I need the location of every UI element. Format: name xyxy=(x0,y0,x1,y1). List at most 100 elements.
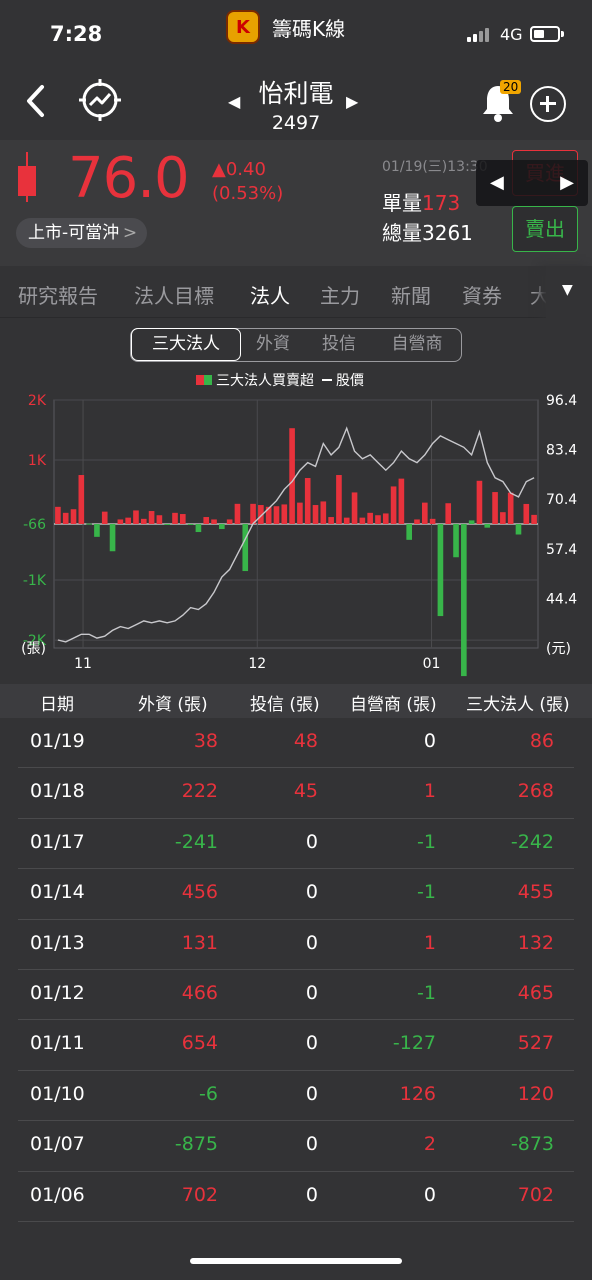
tab-news[interactable]: 新聞 xyxy=(391,280,431,309)
cell-trust: 0 xyxy=(305,1183,318,1206)
tab-target[interactable]: 法人目標 xyxy=(134,280,214,309)
flow-bar xyxy=(336,475,342,524)
table-row[interactable]: 01/17 -241 0 -1 -242 xyxy=(18,819,574,870)
flow-bar xyxy=(312,505,319,524)
tab-more-button[interactable]: ▼ xyxy=(546,266,592,318)
flow-bar xyxy=(320,501,327,524)
tab-bar: 研究報告 法人目標 法人 主力 新聞 資券 大 ▼ xyxy=(0,266,592,318)
table-row[interactable]: 01/10 -6 0 126 120 xyxy=(18,1071,574,1122)
institutional-chart[interactable]: 2K1K-66-1K-2K(張)96.483.470.457.444.4(元)1… xyxy=(0,388,592,684)
tab-research[interactable]: 研究報告 xyxy=(18,280,98,309)
flow-bar xyxy=(445,503,452,524)
flow-bar xyxy=(484,524,491,528)
chart-section: 三大法人 外資 投信 自營商 三大法人買賣超 股價 2K 1K -66 -1K -2K(… xyxy=(0,318,592,684)
segment-all-institutions[interactable]: 三大法人 xyxy=(131,328,241,361)
header-dealer: 自營商 (張) xyxy=(350,695,437,715)
left-tick-label: 1K xyxy=(28,453,47,469)
flow-bar xyxy=(164,524,171,525)
flow-bar xyxy=(429,518,436,524)
stock-header: ◀ 怡利電 2497 ▶ 20 xyxy=(0,64,592,140)
table-row[interactable]: 01/13 131 0 1 132 xyxy=(18,920,574,970)
tab-institutional[interactable]: 法人 xyxy=(250,280,290,309)
volume-info: 單量173 總量3261 xyxy=(382,188,473,248)
flow-bar xyxy=(367,512,373,524)
flow-bar xyxy=(55,506,61,524)
cell-foreign: -6 xyxy=(199,1082,218,1105)
left-tick-label: -1K xyxy=(23,573,47,589)
cell-trust: 0 xyxy=(305,1133,318,1156)
flow-bar xyxy=(156,515,163,524)
table-row[interactable]: 01/14 456 0 -1 455 xyxy=(18,869,574,920)
sell-button[interactable]: 賣出 xyxy=(512,206,578,252)
flow-bar xyxy=(94,524,100,537)
cell-foreign: 466 xyxy=(181,981,218,1004)
home-indicator[interactable] xyxy=(190,1258,402,1264)
overlay-next-icon[interactable]: ▶ xyxy=(560,172,574,193)
tab-main-force[interactable]: 主力 xyxy=(320,280,360,309)
flow-bar xyxy=(351,492,358,524)
cell-dealer: -1 xyxy=(417,830,436,853)
signal-icon xyxy=(467,28,489,42)
flow-bar xyxy=(304,478,311,524)
cell-dealer: 126 xyxy=(399,1082,436,1105)
cell-date: 01/13 xyxy=(30,931,85,954)
legend-line-label: 股價 xyxy=(336,373,364,389)
add-watchlist-icon[interactable] xyxy=(530,86,566,122)
cell-date: 01/17 xyxy=(30,830,85,853)
flow-bar xyxy=(398,478,405,524)
cell-dealer: -1 xyxy=(417,981,436,1004)
flow-bar xyxy=(328,517,334,524)
segment-trust[interactable]: 投信 xyxy=(309,329,369,360)
flow-bar xyxy=(453,524,459,558)
cell-total: 132 xyxy=(517,931,554,954)
change-percent: (0.53%) xyxy=(212,183,284,204)
table-row[interactable]: 01/06 702 0 0 702 xyxy=(18,1172,574,1222)
market-type-button[interactable]: 上市-可當沖 > xyxy=(16,218,148,248)
flow-bar xyxy=(133,510,139,524)
next-stock-button[interactable]: ▶ xyxy=(346,92,358,111)
cell-trust: 0 xyxy=(305,981,318,1004)
right-tick-label: 57.4 xyxy=(546,542,577,558)
flow-bar xyxy=(421,502,428,524)
cell-dealer: 0 xyxy=(423,730,436,752)
flow-bar xyxy=(281,504,288,524)
table-row[interactable]: 01/19 38 48 0 86 xyxy=(18,718,574,769)
table-row[interactable]: 01/12 466 0 -1 465 xyxy=(18,970,574,1021)
flow-bar xyxy=(219,524,225,530)
segment-dealer[interactable]: 自營商 xyxy=(375,329,459,360)
table-row[interactable]: 01/07 -875 0 2 -873 xyxy=(18,1121,574,1172)
floating-nav-arrows[interactable]: ◀ ▶ xyxy=(476,160,588,206)
cell-total: -873 xyxy=(510,1133,554,1156)
overlay-prev-icon[interactable]: ◀ xyxy=(490,172,504,193)
app-logo-icon: K xyxy=(226,10,260,44)
flow-bar xyxy=(273,506,280,524)
cell-foreign: 131 xyxy=(181,931,218,954)
flow-bar xyxy=(234,503,241,524)
cell-dealer: 1 xyxy=(423,931,436,954)
cell-date: 01/11 xyxy=(30,1032,85,1055)
table-row[interactable]: 01/11 654 0 -127 527 xyxy=(18,1020,574,1071)
table-header: 日期 外資 (張) 投信 (張) 自營商 (張) 三大法人 (張) xyxy=(0,684,592,718)
flow-bar xyxy=(211,519,217,524)
quote-panel: 76.0 ▲0.40 (0.53%) 01/19(三)13:30 單量173 總… xyxy=(0,140,592,266)
flow-bar xyxy=(359,517,366,524)
single-volume-label: 單量 xyxy=(382,191,422,215)
cell-total: 527 xyxy=(517,1032,554,1055)
table-row[interactable]: 01/18 222 45 1 268 xyxy=(18,768,574,819)
cell-date: 01/10 xyxy=(30,1082,85,1105)
x-tick-label: 11 xyxy=(74,656,92,672)
cell-total: 268 xyxy=(517,780,554,803)
battery-icon xyxy=(530,26,560,42)
tab-margin[interactable]: 資券 xyxy=(462,280,502,309)
change-value: ▲0.40 xyxy=(212,159,266,180)
flow-bar xyxy=(226,519,233,524)
legend-bar-swatch xyxy=(196,375,212,385)
flow-bar xyxy=(507,492,514,524)
flow-bar xyxy=(375,515,381,524)
institutional-table: 01/19 38 48 0 86 01/18 222 45 1 268 01/17 -241 0 -1 -2… xyxy=(0,718,592,1222)
segment-foreign[interactable]: 外資 xyxy=(243,329,303,360)
cell-total: 455 xyxy=(517,881,554,904)
cell-foreign: -875 xyxy=(174,1133,218,1156)
total-volume-label: 總量 xyxy=(382,221,422,245)
notification-badge: 20 xyxy=(500,80,522,94)
